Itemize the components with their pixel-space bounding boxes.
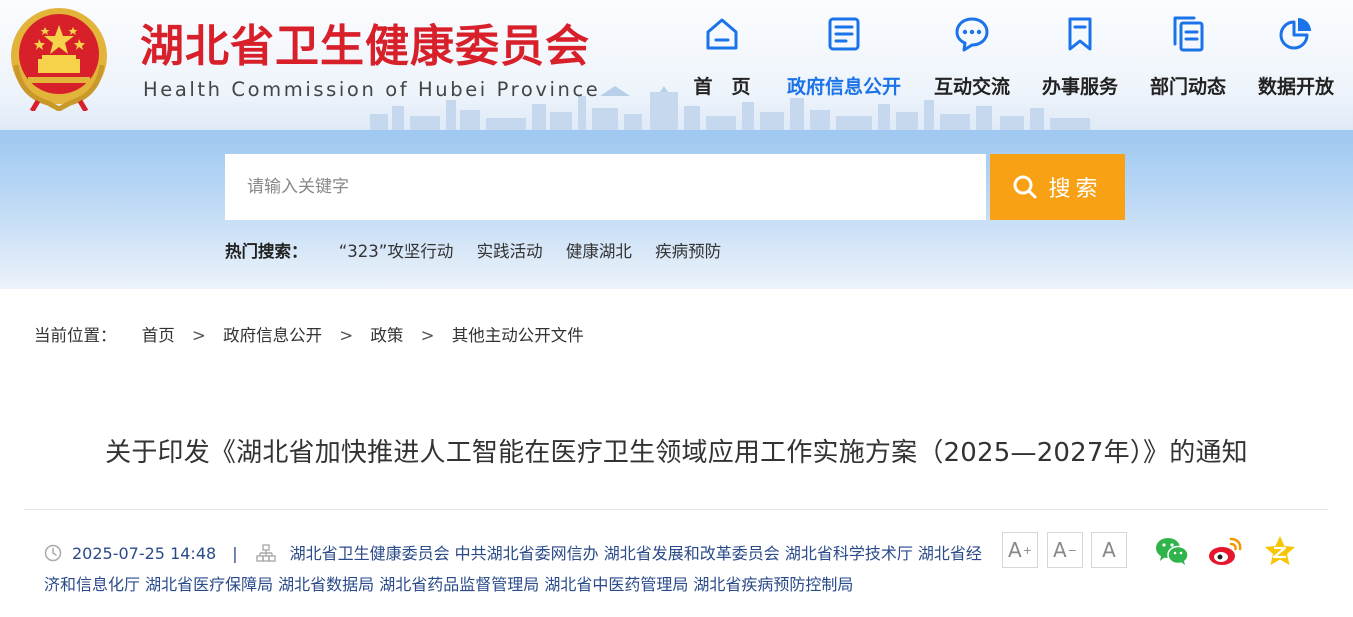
site-subtitle: Health Commission of Hubei Province [143, 78, 601, 101]
nav-item-label: 首 页 [693, 76, 751, 98]
wechat-icon[interactable] [1154, 533, 1190, 569]
qzone-icon[interactable] [1262, 533, 1298, 569]
nav-item-gov-info[interactable]: 政府信息公开 [784, 14, 904, 99]
nav-item-home[interactable]: 首 页 [662, 14, 782, 99]
nav-item-interaction[interactable]: 互动交流 [912, 14, 1032, 99]
pie-chart-icon [1279, 18, 1311, 50]
publish-date: 2025-07-25 14:48 [72, 544, 217, 563]
document-list-icon [828, 17, 860, 51]
title-divider [24, 509, 1328, 510]
organization-icon [255, 544, 276, 562]
breadcrumb-gov-info[interactable]: 政府信息公开 [223, 326, 322, 345]
nav-item-services[interactable]: 办事服务 [1020, 14, 1140, 99]
breadcrumb-prefix: 当前位置： [34, 326, 117, 345]
site-title: 湖北省卫生健康委员会 [140, 21, 590, 72]
chat-bubble-icon [955, 17, 989, 52]
bookmark-icon [1068, 17, 1092, 51]
plus-sign: + [1022, 543, 1032, 557]
nav-item-label: 办事服务 [1041, 76, 1118, 98]
search-button[interactable]: 搜索 [990, 154, 1125, 220]
search-button-label: 搜索 [1048, 177, 1103, 202]
breadcrumb-separator: > [192, 326, 206, 345]
breadcrumb: 当前位置： 首页 > 政府信息公开 > 政策 > 其他主动公开文件 [34, 322, 584, 346]
site-header: 湖北省卫生健康委员会 Health Commission of Hubei Pr… [0, 0, 1353, 130]
font-size-decrease-button[interactable]: A − [1047, 532, 1083, 568]
hot-search-link[interactable]: 实践活动 [477, 242, 543, 261]
search-band: 搜索 热门搜索： “323”攻坚行动 实践活动 健康湖北 疾病预防 [0, 130, 1353, 289]
meta-separator: | [232, 544, 238, 563]
hot-search-link[interactable]: 健康湖北 [566, 242, 632, 261]
breadcrumb-home[interactable]: 首页 [142, 326, 175, 345]
font-size-glyph: A [1053, 538, 1067, 562]
minus-sign: − [1067, 543, 1077, 557]
article-meta: 2025-07-25 14:48 | 湖北省卫生健康委员会 中共湖北省委网信办 湖… [44, 538, 984, 600]
nav-item-label: 部门动态 [1149, 76, 1226, 98]
clock-icon [44, 544, 62, 562]
hot-searches: 热门搜索： “323”攻坚行动 实践活动 健康湖北 疾病预防 [225, 238, 739, 262]
font-size-reset-button[interactable]: A [1091, 532, 1127, 568]
nav-item-label: 数据开放 [1257, 76, 1334, 98]
search-icon [1013, 175, 1037, 199]
breadcrumb-policy[interactable]: 政策 [370, 326, 403, 345]
nav-item-open-data[interactable]: 数据开放 [1236, 14, 1353, 99]
breadcrumb-separator: > [420, 326, 435, 345]
search-input[interactable] [225, 154, 986, 220]
home-icon [706, 18, 738, 50]
article-title: 关于印发《湖北省加快推进人工智能在医疗卫生领域应用工作实施方案（2025—202… [105, 438, 1248, 468]
nav-item-label: 政府信息公开 [786, 76, 901, 98]
nav-item-dept-news[interactable]: 部门动态 [1128, 14, 1248, 99]
weibo-icon[interactable] [1207, 533, 1243, 569]
hot-search-link[interactable]: 疾病预防 [655, 242, 721, 261]
hot-search-link[interactable]: “323”攻坚行动 [339, 242, 454, 261]
copy-document-icon [1173, 16, 1204, 52]
breadcrumb-separator: > [339, 326, 354, 345]
breadcrumb-other-files[interactable]: 其他主动公开文件 [452, 326, 584, 345]
font-size-glyph: A [1008, 538, 1022, 562]
hot-search-label: 热门搜索： [225, 242, 308, 261]
font-size-glyph: A [1102, 538, 1116, 562]
font-size-increase-button[interactable]: A + [1002, 532, 1038, 568]
national-emblem-logo [11, 8, 107, 111]
nav-item-label: 互动交流 [933, 76, 1010, 98]
